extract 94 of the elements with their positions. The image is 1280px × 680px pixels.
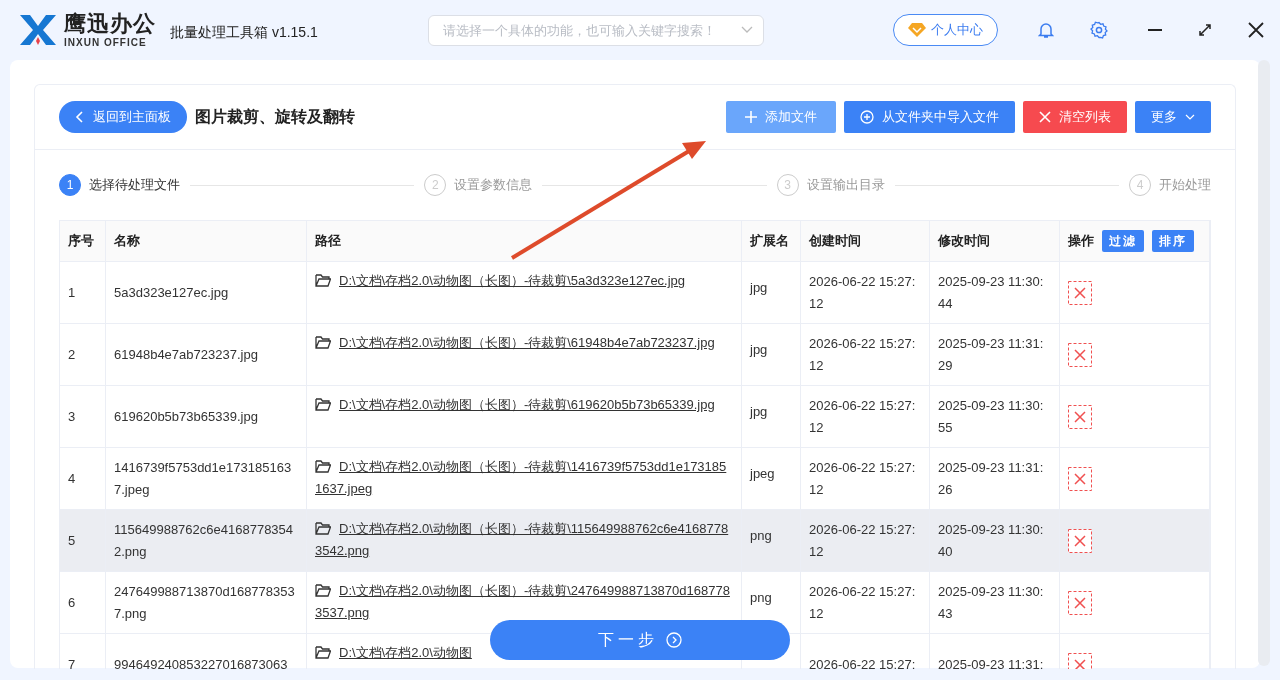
plus-icon	[745, 111, 757, 123]
folder-icon	[315, 522, 331, 535]
close-icon[interactable]	[1247, 22, 1264, 38]
table-row[interactable]: 2 61948b4e7ab723237.jpg D:\文档\存档2.0\动物图（长图）-待裁剪\61948b4e7ab723237.jpg jpg 2026-06-22 15:27:12 2025-09-23 11:31:29	[60, 324, 1210, 386]
table-cell: 619620b5b73b65339.jpg	[106, 386, 307, 447]
logo-text: 鹰迅办公	[64, 12, 156, 35]
step-label: 选择待处理文件	[89, 176, 180, 194]
import-button[interactable]: 从文件夹中导入文件	[844, 101, 1015, 133]
table-cell: 2026-06-22 15:27:12	[801, 572, 930, 633]
column-header: 序号	[60, 221, 106, 261]
chevron-circle-icon	[666, 632, 682, 648]
next-step-button[interactable]: 下一步	[490, 620, 790, 660]
logo-subtitle: INXUN OFFICE	[64, 37, 148, 48]
table-cell: 2025-09-23 11:30:55	[930, 386, 1060, 447]
table-cell: 4	[60, 448, 106, 509]
table-cell: 5a3d323e127ec.jpg	[106, 262, 307, 323]
table-cell: 2025-09-23 11:30:40	[930, 510, 1060, 571]
table-cell: 61948b4e7ab723237.jpg	[106, 324, 307, 385]
column-header: 路径	[307, 221, 742, 261]
more-button[interactable]: 更多	[1135, 101, 1211, 133]
file-path-link[interactable]: D:\文档\存档2.0\动物图（长图）-待裁剪\5a3d323e127ec.jpg	[315, 270, 686, 292]
diamond-icon	[907, 22, 926, 38]
table-cell: 2026-06-22 15:27:12	[801, 324, 930, 385]
table-cell: 5	[60, 510, 106, 571]
table-cell: 6	[60, 572, 106, 633]
table-cell: jpeg	[742, 448, 801, 509]
minimize-icon[interactable]	[1147, 28, 1162, 32]
table-cell: 994649240853227016873063	[106, 634, 307, 669]
table-cell: 247649988713870d1687783537.png	[106, 572, 307, 633]
table-cell: 2	[60, 324, 106, 385]
folder-icon	[315, 584, 331, 597]
table-cell: 2026-06-22 15:27:12	[801, 448, 930, 509]
delete-icon[interactable]	[1068, 404, 1092, 429]
chevron-down-icon	[740, 26, 753, 34]
table-cell: 3	[60, 386, 106, 447]
column-header: 扩展名	[742, 221, 801, 261]
table-cell: 2025-09-23 11:31:	[930, 634, 1060, 669]
chevron-left-icon	[75, 111, 83, 123]
table-cell: jpg	[742, 262, 801, 323]
column-header: 创建时间	[801, 221, 930, 261]
column-header: 名称	[106, 221, 307, 261]
delete-icon[interactable]	[1068, 652, 1092, 669]
table-cell: png	[742, 510, 801, 571]
table-cell: 2025-09-23 11:31:29	[930, 324, 1060, 385]
sort-button[interactable]: 排序	[1152, 230, 1194, 252]
plus-circle-icon	[860, 110, 874, 124]
table-cell: 2025-09-23 11:31:26	[930, 448, 1060, 509]
table-cell: 2025-09-23 11:30:43	[930, 572, 1060, 633]
folder-icon	[315, 460, 331, 473]
table-cell: 2025-09-23 11:30:44	[930, 262, 1060, 323]
file-path-link[interactable]: D:\文档\存档2.0\动物图（长图）-待裁剪\619620b5b73b65339.jpg	[315, 394, 715, 416]
settings-icon[interactable]	[1089, 21, 1108, 39]
table-cell: 7	[60, 634, 106, 669]
column-header: 修改时间	[930, 221, 1060, 261]
user-center-button[interactable]: 个人中心	[892, 14, 998, 46]
step-label: 设置输出目录	[806, 176, 885, 194]
expand-icon[interactable]	[1197, 23, 1212, 37]
app-title: 批量处理工具箱 v1.15.1	[170, 24, 318, 42]
step-number: 1	[59, 174, 81, 196]
folder-icon	[315, 336, 331, 349]
folder-icon	[315, 274, 331, 287]
file-path-link[interactable]: D:\文档\存档2.0\动物图（长图）-待裁剪\61948b4e7ab723237.jpg	[315, 332, 715, 354]
folder-icon	[315, 398, 331, 411]
delete-icon[interactable]	[1068, 342, 1092, 367]
delete-icon[interactable]	[1068, 280, 1092, 305]
back-button[interactable]: 返回到主面板	[59, 101, 187, 133]
table-cell: jpg	[742, 386, 801, 447]
table-cell: 2026-06-22 15:27:	[801, 634, 930, 669]
folder-icon	[315, 646, 331, 659]
chevron-down-icon	[1185, 114, 1195, 120]
table-cell: 1416739f5753dd1e1731851637.jpeg	[106, 448, 307, 509]
table-cell: jpg	[742, 324, 801, 385]
file-path-link[interactable]: D:\文档\存档2.0\动物图（长图）-待裁剪\115649988762c6e41687783542.png	[315, 518, 733, 562]
file-path-link[interactable]: D:\文档\存档2.0\动物图（长图）-待裁剪\1416739f5753dd1e1731851637.jpeg	[315, 456, 733, 500]
table-cell: 2026-06-22 15:27:12	[801, 386, 930, 447]
delete-icon[interactable]	[1068, 466, 1092, 491]
table-row[interactable]: 1 5a3d323e127ec.jpg D:\文档\存档2.0\动物图（长图）-待裁剪\5a3d323e127ec.jpg jpg 2026-06-22 15:27:12 2025-09-23 11:30:44	[60, 262, 1210, 324]
logo-icon	[18, 13, 58, 47]
file-path-link[interactable]: D:\文档\存档2.0\动物图	[315, 642, 472, 664]
close-icon	[1039, 111, 1051, 123]
table-row[interactable]: 3 619620b5b73b65339.jpg D:\文档\存档2.0\动物图（长图）-待裁剪\619620b5b73b65339.jpg jpg 2026-06-22 15:27:12 2025-09-23 11:30:55	[60, 386, 1210, 448]
table-row[interactable]: 5 115649988762c6e41687783542.png D:\文档\存档2.0\动物图（长图）-待裁剪\115649988762c6e41687783542.png png 2026-06-22 15:27:12 2025-09-23 11:30:40	[60, 510, 1210, 572]
delete-icon[interactable]	[1068, 528, 1092, 553]
filter-button[interactable]: 过滤	[1102, 230, 1144, 252]
step-label: 设置参数信息	[454, 176, 533, 194]
column-header: 操作	[1068, 232, 1094, 250]
page-title: 图片裁剪、旋转及翻转	[195, 106, 355, 127]
table-cell: 2026-06-22 15:27:12	[801, 262, 930, 323]
table-cell: 1	[60, 262, 106, 323]
table-cell: 115649988762c6e41687783542.png	[106, 510, 307, 571]
delete-icon[interactable]	[1068, 590, 1092, 615]
step-label: 开始处理	[1159, 176, 1211, 194]
table-cell: 2026-06-22 15:27:12	[801, 510, 930, 571]
bell-icon[interactable]	[1037, 21, 1054, 39]
